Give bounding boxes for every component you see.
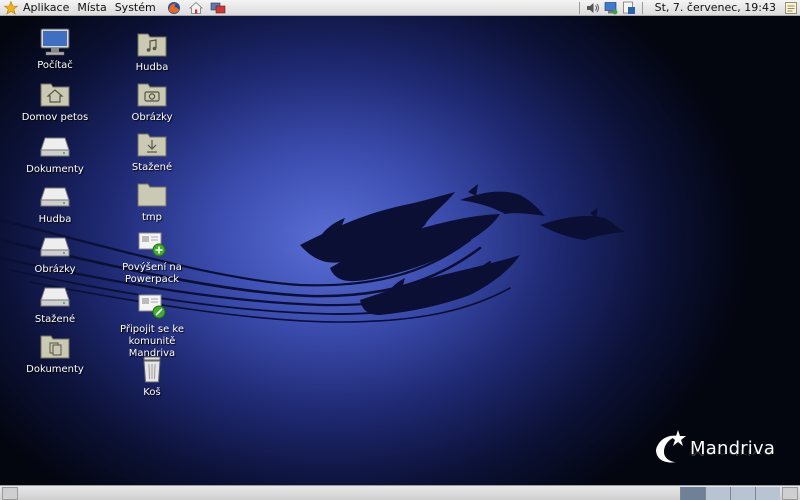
tray-separator [641,1,643,14]
home-folder-icon [40,83,70,107]
desktop-icon-label: Stažené [34,314,76,325]
mandriva-brand-reflection: Mandriva [690,447,774,457]
desktop-icon-drive-music[interactable]: Hudba [10,182,100,226]
upgrade-icon [138,232,166,257]
workspace-1[interactable] [680,487,705,500]
update-icon[interactable] [622,1,636,15]
menu-applications[interactable]: Aplikace [19,0,73,15]
desktop-icon-trash[interactable]: Koš [107,355,197,399]
menu-places[interactable]: Místa [73,0,110,15]
mandriva-logo: Mandriva Mandriva [650,428,780,468]
show-desktop-button[interactable] [2,486,18,500]
home-icon[interactable] [188,1,204,15]
mandriva-star-icon[interactable] [3,0,19,16]
mandriva-star-logo-icon [656,430,686,463]
desktop-icon-computer[interactable]: Počítač [10,28,100,72]
desktop-icon-label: Koš [143,387,161,398]
desktop-icon-drive-downloads[interactable]: Stažené [10,282,100,326]
firefox-icon[interactable] [166,1,182,15]
community-icon [138,294,166,319]
bottom-panel [0,485,800,500]
documents-folder-icon [40,335,70,359]
tray-separator [578,1,580,14]
desktop-icon-label: Domov petos [21,112,89,123]
desktop-icon-label: Hudba [38,214,72,225]
workspace-2[interactable] [705,487,730,500]
desktop-icon-drive-pictures[interactable]: Obrázky [10,232,100,276]
desktop-icon-home[interactable]: Domov petos [10,80,100,124]
desktop-icon-powerpack-upgrade[interactable]: Povýšení na Powerpack [107,230,197,286]
desktop-icon-label: Stažené [131,162,173,173]
drive-icon [40,187,70,207]
desktop-icon-tmp-folder[interactable]: tmp [107,180,197,224]
network-status-icon[interactable] [604,1,618,15]
volume-icon[interactable] [586,1,600,15]
desktop-icon-music-folder[interactable]: Hudba [107,30,197,74]
clock[interactable]: St, 7. červenec, 19:43 [647,1,782,14]
workspace-switcher [680,486,780,500]
network-icon[interactable] [210,1,226,15]
desktop-icon-label: Dokumenty [26,164,84,175]
pictures-folder-icon [137,83,167,107]
drive-icon [40,237,70,257]
notes-icon[interactable] [784,1,798,15]
desktop-icon-label: Obrázky [34,264,76,275]
top-panel: Aplikace Místa Systém St, 7. červenec, 1… [0,0,800,16]
trash-applet-button[interactable] [782,486,798,500]
desktop-icon-downloads-folder[interactable]: Stažené [107,130,197,174]
desktop-icon-label: Povýšení na Powerpack [122,262,182,285]
desktop-icon-pictures-folder[interactable]: Obrázky [107,80,197,124]
desktop-icon-community[interactable]: Připojit se ke komunitě Mandriva [107,292,197,360]
desktop-icon-label: Hudba [135,62,169,73]
desktop-icon-label: tmp [141,212,162,223]
drive-icon [40,137,70,157]
window-list[interactable] [20,486,680,500]
workspace-3[interactable] [730,487,755,500]
music-folder-icon [137,33,167,57]
desktop-icon-label: Obrázky [131,112,173,123]
desktop-icon-drive-documents[interactable]: Dokumenty [10,132,100,176]
trash-icon [143,356,161,383]
downloads-folder-icon [137,133,167,157]
folder-icon [137,183,167,207]
drive-icon [40,287,70,307]
system-tray: St, 7. červenec, 19:43 [575,0,800,16]
desktop-icon-documents-folder[interactable]: Dokumenty [10,332,100,376]
desktop-icon-label: Počítač [37,60,73,71]
menu-system[interactable]: Systém [111,0,160,15]
computer-icon [40,28,70,56]
workspace-4[interactable] [755,487,780,500]
desktop-icon-label: Dokumenty [26,364,84,375]
